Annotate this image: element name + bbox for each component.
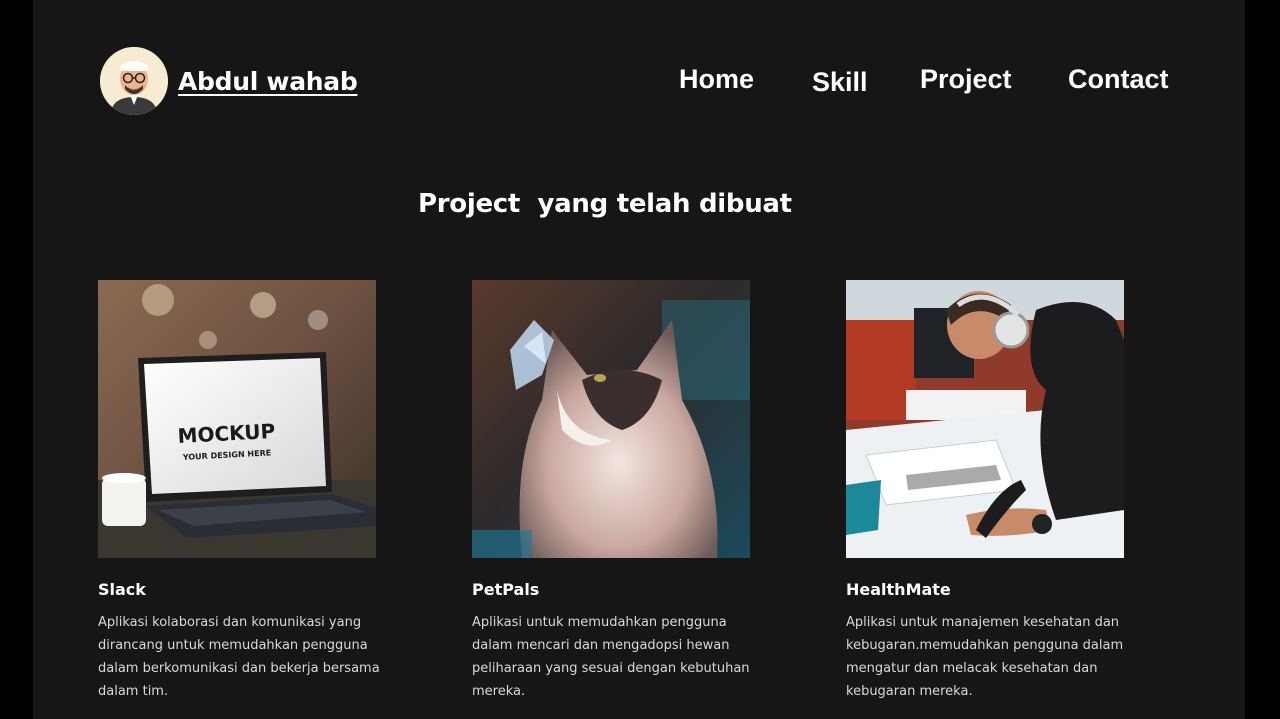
profile-avatar-icon <box>100 47 168 115</box>
project-image-healthmate <box>846 280 1124 558</box>
project-title-healthmate: HealthMate <box>846 580 951 599</box>
project-description-slack: Aplikasi kolaborasi dan komunikasi yang … <box>98 615 380 699</box>
brand-link[interactable]: Abdul wahab <box>100 47 358 115</box>
project-image-slack: MOCKUP YOUR DESIGN HERE <box>98 280 376 558</box>
project-title-slack: Slack <box>98 580 146 599</box>
nav-skill[interactable]: Skill <box>812 67 868 98</box>
project-description-healthmate: Aplikasi untuk manajemen kesehatan dan k… <box>846 615 1124 699</box>
nav-contact[interactable]: Contact <box>1068 64 1169 95</box>
nav-project[interactable]: Project <box>920 64 1012 95</box>
project-card-petpals[interactable]: PetPals Aplikasi untuk memudahkan penggu… <box>472 280 772 703</box>
nav-home[interactable]: Home <box>679 64 754 95</box>
project-description-petpals: Aplikasi untuk memudahkan pengguna dalam… <box>472 615 750 699</box>
project-image-petpals <box>472 280 750 558</box>
portfolio-page: Abdul wahab Home Skill Project Contact P… <box>33 0 1245 719</box>
brand-name: Abdul wahab <box>178 66 358 96</box>
mockup-image-text: MOCKUP <box>177 419 276 448</box>
project-card-healthmate[interactable]: HealthMate Aplikasi untuk manajemen kese… <box>846 280 1146 703</box>
project-title-petpals: PetPals <box>472 580 540 599</box>
project-card-slack[interactable]: MOCKUP YOUR DESIGN HERE Slack Aplikasi k… <box>98 280 398 703</box>
projects-section-title: Project yang telah dibuat <box>418 189 792 219</box>
